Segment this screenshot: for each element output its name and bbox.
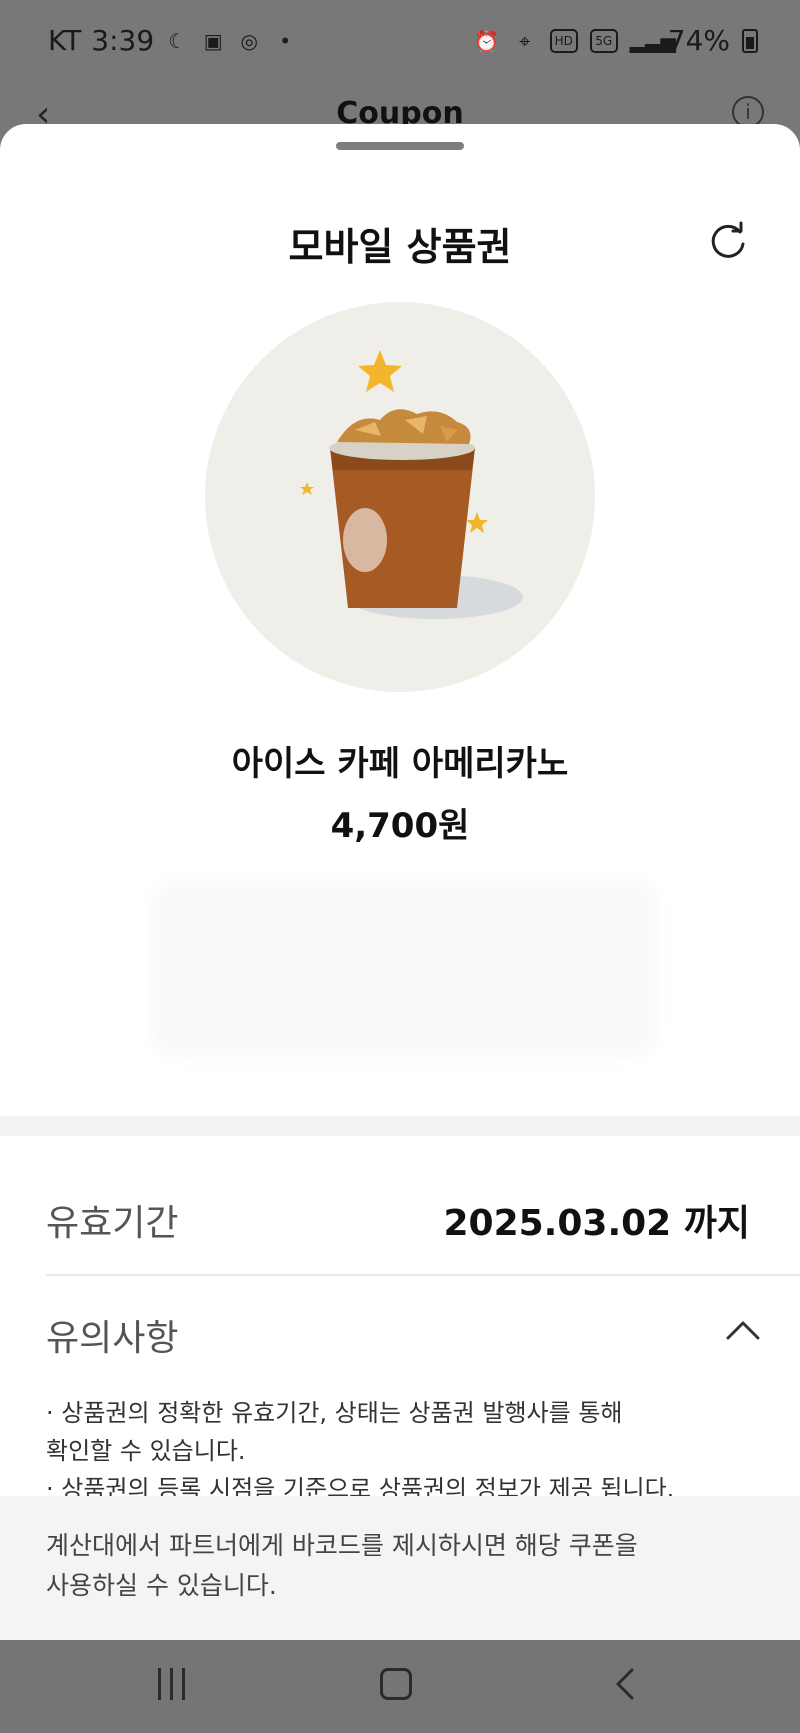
product-name: 아이스 카페 아메리카노 <box>231 744 569 784</box>
usage-text: 계산대에서 파트너에게 바코드를 제시하시면 해당 쿠폰을 사용하실 수 있습니… <box>46 1526 746 1606</box>
home-icon[interactable] <box>380 1668 412 1700</box>
status-bar-right: ⏰ ⌖ HD 5G ▂▃▅ 74% <box>474 24 758 57</box>
validity-label: 유효기간 <box>46 1203 179 1244</box>
notice-item: 확인할 수 있습니다. <box>46 1437 246 1465</box>
coupon-sheet: 모바일 상품권 아이스 카페 아메리카노 4,700원 유효기간 2025.03… <box>0 124 800 1640</box>
sheet-drag-handle[interactable] <box>336 142 464 150</box>
clock: 3:39 <box>91 24 155 57</box>
status-bar: KT 3:39 ☾ ▣ ◎ • ⏰ ⌖ HD 5G ▂▃▅ 74% <box>0 0 800 84</box>
sheet-title: 모바일 상품권 <box>288 225 512 269</box>
product-price: 4,700원 <box>330 806 470 846</box>
usage-footer: 계산대에서 파트너에게 바코드를 제시하시면 해당 쿠폰을 사용하실 수 있습니… <box>0 1496 800 1640</box>
notice-list: · 상품권의 정확한 유효기간, 상태는 상품권 발행사를 통해 확인할 수 있… <box>46 1394 746 1508</box>
hd-icon: HD <box>549 28 578 53</box>
pay-icon: ▣ <box>203 28 223 53</box>
usage-text-line: 계산대에서 파트너에게 바코드를 제시하시면 해당 쿠폰을 <box>46 1531 638 1560</box>
carrier-label: KT <box>48 24 82 57</box>
star-icon <box>358 350 402 392</box>
barcode-area <box>150 879 660 1059</box>
notice-label[interactable]: 유의사항 <box>46 1309 178 1361</box>
more-notifications-icon: • <box>279 28 292 53</box>
system-nav-bar <box>0 1640 800 1733</box>
row-divider <box>46 1274 800 1276</box>
section-divider <box>0 1116 800 1136</box>
signal-icon: ▂▃▅ <box>629 28 676 53</box>
validity-value: 2025.03.02 까지 <box>443 1203 750 1244</box>
battery-percent: 74% <box>667 24 730 57</box>
moon-icon: ☾ <box>168 28 187 53</box>
refresh-icon[interactable] <box>706 220 750 264</box>
star-icon <box>466 512 488 533</box>
recents-icon[interactable] <box>158 1668 185 1700</box>
instagram-icon: ◎ <box>240 28 258 53</box>
product-image <box>205 302 595 692</box>
status-bar-left: KT 3:39 ☾ ▣ ◎ • <box>48 24 298 57</box>
iced-americano-illustration <box>300 350 523 619</box>
alarm-icon: ⏰ <box>474 28 500 53</box>
location-icon: ⌖ <box>519 28 531 53</box>
usage-text-line: 사용하실 수 있습니다. <box>46 1571 277 1600</box>
star-icon <box>300 482 314 495</box>
battery-icon <box>742 28 758 53</box>
notice-item: · 상품권의 정확한 유효기간, 상태는 상품권 발행사를 통해 <box>46 1399 623 1427</box>
network-type-icon: 5G <box>589 28 618 53</box>
chevron-up-icon[interactable] <box>726 1320 760 1340</box>
back-icon[interactable] <box>608 1666 644 1702</box>
